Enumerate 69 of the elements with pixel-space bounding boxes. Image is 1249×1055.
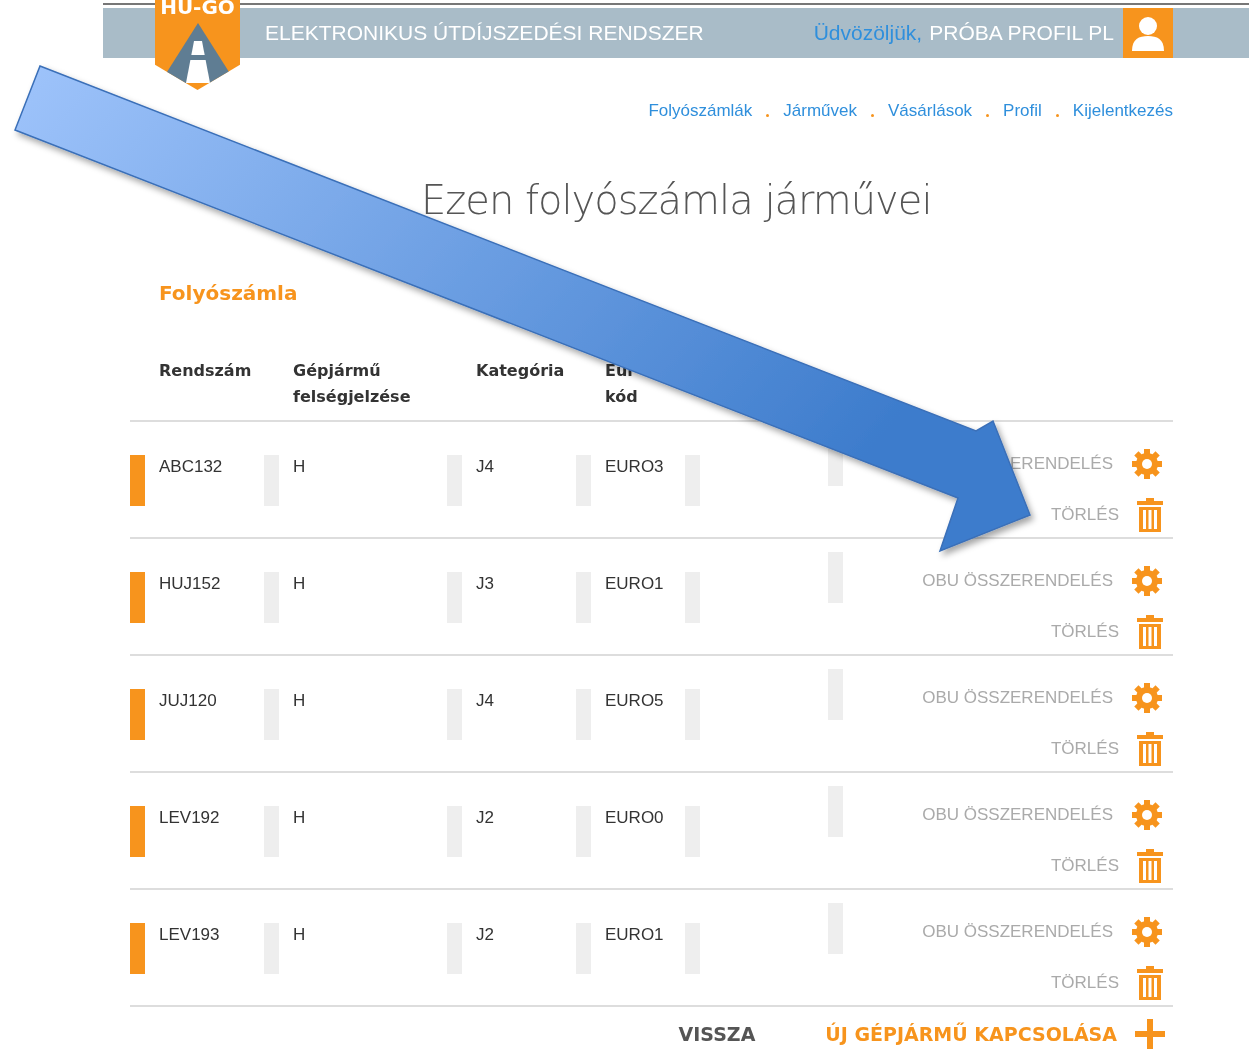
user-icon xyxy=(1131,15,1165,51)
table-cell: EURO5 xyxy=(605,691,664,711)
table-cell: J2 xyxy=(476,808,494,828)
gear-icon xyxy=(1131,682,1163,714)
system-title: ELEKTRONIKUS ÚTDÍJSZEDÉSI RENDSZER xyxy=(265,21,705,45)
obu-link[interactable]: OBU ÖSSZERENDELÉS xyxy=(922,681,1163,715)
obu-link[interactable]: OBU ÖSSZERENDELÉS xyxy=(922,915,1163,949)
table-cell: EURO0 xyxy=(605,808,664,828)
table-cell: H xyxy=(293,457,306,477)
table-cell: J3 xyxy=(476,574,494,594)
user-button[interactable] xyxy=(1123,8,1173,58)
column-header: Gépjármű xyxy=(293,360,382,382)
obu-link[interactable]: OBU ÖSSZERENDELÉS xyxy=(922,798,1163,832)
table-cell: J4 xyxy=(476,691,494,711)
table-cell: LEV192 xyxy=(159,808,220,828)
add-vehicle-link[interactable]: ÚJ GÉPJÁRMŰ KAPCSOLÁSA xyxy=(825,1019,1165,1049)
table-cell: EURO1 xyxy=(605,925,664,945)
table-cell: HUJ152 xyxy=(159,574,221,594)
nav-link[interactable]: Járművek xyxy=(783,101,857,121)
greeting: Üdvözöljük, xyxy=(813,21,923,45)
delete-link[interactable]: TÖRLÉS xyxy=(1050,498,1163,532)
delete-link[interactable]: TÖRLÉS xyxy=(1050,732,1163,766)
table-cell: ABC132 xyxy=(159,457,223,477)
delete-link[interactable]: TÖRLÉS xyxy=(1050,966,1163,1000)
column-header: Kategória xyxy=(476,360,566,382)
table-cell: JUJ120 xyxy=(159,691,217,711)
trash-icon xyxy=(1137,498,1163,532)
nav-link[interactable]: Vásárlások xyxy=(888,101,973,121)
back-link[interactable]: VISSZA xyxy=(678,1023,756,1045)
obu-link[interactable]: OBU ÖSSZERENDELÉS xyxy=(922,564,1163,598)
row-marker xyxy=(130,572,145,623)
table-cell: LEV193 xyxy=(159,925,220,945)
section-title: Folyószámla xyxy=(159,280,299,306)
gear-icon xyxy=(1131,565,1163,597)
column-header: kód xyxy=(605,386,639,408)
trash-icon xyxy=(1137,615,1163,649)
gear-icon xyxy=(1131,916,1163,948)
table-cell: EURO3 xyxy=(605,457,664,477)
user-name: PRÓBA PROFIL PL xyxy=(929,21,1114,45)
table-cell: H xyxy=(293,574,306,594)
obu-link[interactable]: ERENDELÉS xyxy=(1010,447,1163,481)
trash-icon xyxy=(1137,966,1163,1000)
trash-icon xyxy=(1137,732,1163,766)
table-cell: H xyxy=(293,691,306,711)
table-cell: H xyxy=(293,925,306,945)
row-marker xyxy=(130,923,145,974)
column-header: Rendszám xyxy=(159,360,253,382)
page-title: Ezen folyószámla járművei xyxy=(421,176,933,225)
nav-separator xyxy=(766,113,770,117)
nav-link[interactable]: Kijelentkezés xyxy=(1072,101,1173,121)
column-header: felségjelzése xyxy=(293,386,412,408)
table-cell: EURO1 xyxy=(605,574,664,594)
delete-link[interactable]: TÖRLÉS xyxy=(1050,849,1163,883)
row-marker xyxy=(130,806,145,857)
nav-separator xyxy=(871,113,874,117)
row-marker xyxy=(130,455,145,506)
gear-icon xyxy=(1131,448,1163,480)
table-cell: J2 xyxy=(476,925,494,945)
row-marker xyxy=(130,689,145,740)
trash-icon xyxy=(1137,849,1163,883)
nav-separator xyxy=(986,113,990,117)
plus-icon xyxy=(1135,1019,1165,1049)
gear-icon xyxy=(1131,799,1163,831)
nav-link[interactable]: Folyószámlák xyxy=(648,101,753,121)
table-cell: J4 xyxy=(476,457,494,477)
delete-link[interactable]: TÖRLÉS xyxy=(1050,615,1163,649)
nav-link[interactable]: Profil xyxy=(1003,101,1042,121)
table-cell: H xyxy=(293,808,306,828)
nav-separator xyxy=(1055,113,1059,117)
